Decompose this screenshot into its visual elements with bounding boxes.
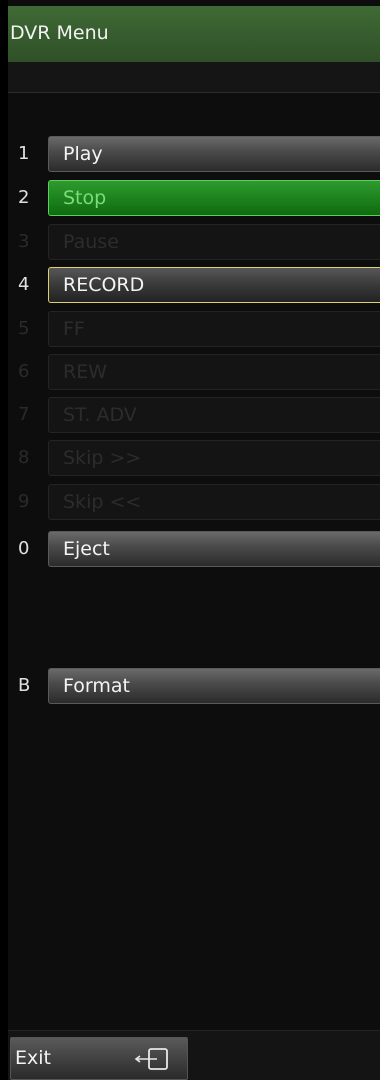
menu-item-eject[interactable]: 0 Eject bbox=[8, 531, 380, 567]
shortcut-key: 6 bbox=[18, 361, 30, 382]
format-button[interactable]: Format bbox=[48, 668, 380, 704]
shortcut-key: 4 bbox=[18, 274, 30, 295]
play-button[interactable]: Play bbox=[48, 136, 380, 172]
title-bar: DVR Menu bbox=[8, 6, 380, 62]
fast-forward-button: FF bbox=[48, 311, 380, 347]
exit-button[interactable]: Exit bbox=[10, 1037, 188, 1080]
sub-bar bbox=[8, 62, 380, 93]
shortcut-key: 8 bbox=[18, 447, 30, 468]
menu-item-format[interactable]: B Format bbox=[8, 668, 380, 704]
menu-item-ff: 5 FF bbox=[8, 311, 380, 347]
menu-item-pause: 3 Pause bbox=[8, 224, 380, 260]
menu-item-record[interactable]: 4 RECORD bbox=[8, 267, 380, 303]
menu-item-stop[interactable]: 2 Stop bbox=[8, 180, 380, 216]
menu-item-skip-back: 9 Skip << bbox=[8, 484, 380, 520]
skip-back-button: Skip << bbox=[48, 484, 380, 520]
shortcut-key: 2 bbox=[18, 187, 30, 208]
menu-item-skip-forward: 8 Skip >> bbox=[8, 440, 380, 476]
exit-icon bbox=[134, 1048, 168, 1070]
shortcut-key: 7 bbox=[18, 404, 30, 425]
shortcut-key: B bbox=[18, 675, 31, 696]
shortcut-key: 3 bbox=[18, 231, 30, 252]
exit-label: Exit bbox=[15, 1047, 51, 1069]
rewind-button: REW bbox=[48, 354, 380, 390]
menu-item-st-adv: 7 ST. ADV bbox=[8, 397, 380, 433]
pause-button: Pause bbox=[48, 224, 380, 260]
eject-button[interactable]: Eject bbox=[48, 531, 380, 567]
shortcut-key: 0 bbox=[18, 538, 30, 559]
record-button[interactable]: RECORD bbox=[48, 267, 380, 303]
dvr-menu-window: DVR Menu 1 Play 2 Stop 3 Pause 4 RECORD … bbox=[0, 0, 380, 1080]
shortcut-key: 9 bbox=[18, 491, 30, 512]
menu-item-play[interactable]: 1 Play bbox=[8, 136, 380, 172]
shortcut-key: 5 bbox=[18, 318, 30, 339]
step-advance-button: ST. ADV bbox=[48, 397, 380, 433]
shortcut-key: 1 bbox=[18, 143, 30, 164]
stop-button[interactable]: Stop bbox=[48, 180, 380, 216]
menu-item-rew: 6 REW bbox=[8, 354, 380, 390]
skip-forward-button: Skip >> bbox=[48, 440, 380, 476]
